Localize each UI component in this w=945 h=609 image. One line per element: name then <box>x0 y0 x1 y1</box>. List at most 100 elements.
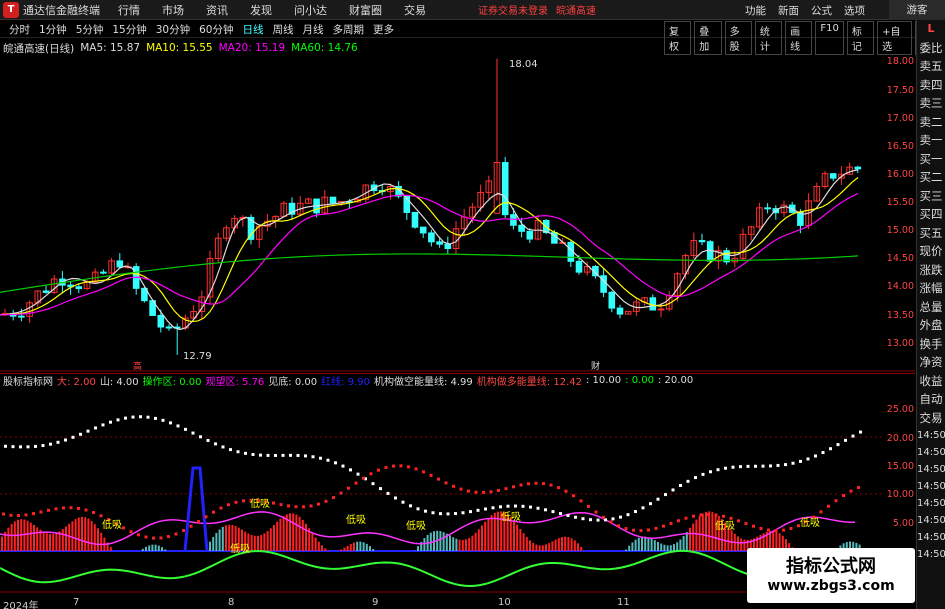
white-dot <box>581 517 585 521</box>
quote-panel-item[interactable]: 14:50 <box>917 461 945 478</box>
red-dot <box>752 524 755 528</box>
red-dot <box>47 508 50 512</box>
candle-body <box>608 291 616 309</box>
indicator-name[interactable]: 股标指标网 <box>3 373 53 388</box>
quote-panel-item[interactable]: 现价 <box>917 242 945 261</box>
white-dot <box>41 444 45 448</box>
x-label: 2024年 <box>3 601 39 609</box>
red-dot <box>332 496 335 500</box>
red-dot <box>737 519 740 523</box>
white-dot <box>709 470 712 474</box>
low-buy-tag: 低吸 <box>800 518 820 529</box>
candle-body <box>526 230 534 240</box>
quote-panel-item[interactable]: 卖五 <box>917 57 945 76</box>
white-dot <box>776 463 780 467</box>
quote-panel-item[interactable]: 买一 <box>917 150 945 169</box>
quote-panel-item[interactable]: 卖四 <box>917 76 945 95</box>
red-dot <box>684 516 688 520</box>
x-label: 7 <box>73 597 80 608</box>
quote-panel-item[interactable]: 外盘 <box>917 316 945 335</box>
red-dot <box>527 482 530 486</box>
white-dot <box>304 454 307 458</box>
white-dot <box>716 468 720 472</box>
quote-panel-item[interactable]: 14:50 <box>917 546 945 563</box>
white-dot <box>259 453 262 457</box>
white-dot <box>851 434 855 438</box>
red-dot <box>497 488 500 492</box>
white-dot <box>694 476 697 480</box>
quote-panel-item[interactable]: 卖二 <box>917 113 945 132</box>
red-dot <box>789 527 793 531</box>
red-dot <box>767 528 770 532</box>
finance-marker[interactable]: 财 <box>591 359 600 372</box>
x-label: 11 <box>617 597 630 608</box>
x-label: 10 <box>498 597 511 608</box>
white-dot <box>574 515 577 519</box>
quote-panel-item[interactable]: 14:50 <box>917 427 945 444</box>
white-dot <box>536 506 540 510</box>
indicator-bar: 股标指标网 大: 2.00 山: 4.00 操作区: 0.00 观望区: 5.7… <box>0 373 915 388</box>
quote-panel-item[interactable]: 换手 <box>917 335 945 354</box>
white-dot <box>424 509 427 513</box>
white-dot <box>844 438 847 442</box>
white-dot <box>191 431 195 435</box>
ind-redline: 红线: 9.90 <box>321 377 370 388</box>
quote-panel-item[interactable]: 涨跌 <box>917 261 945 280</box>
white-dot <box>334 461 337 465</box>
quote-panel-item[interactable]: 卖一 <box>917 131 945 150</box>
red-dot <box>827 504 830 508</box>
white-dot <box>731 465 735 469</box>
quote-panel-item[interactable]: 净资 <box>917 353 945 372</box>
white-dot <box>379 487 382 491</box>
white-dot <box>49 442 52 446</box>
quote-panel-item[interactable]: 买二 <box>917 168 945 187</box>
ind-shan: 山: 4.00 <box>99 377 139 388</box>
ind-label: 5.00 <box>892 518 914 529</box>
white-dot <box>656 497 660 501</box>
quote-panel-item[interactable]: 14:50 <box>917 495 945 512</box>
quote-panel-item[interactable]: 买三 <box>917 187 945 206</box>
quote-panel-item[interactable]: 14:50 <box>917 444 945 461</box>
red-dot <box>84 508 88 512</box>
white-dot <box>476 508 480 512</box>
white-dot <box>79 432 82 436</box>
event-marker[interactable]: 高 <box>133 359 142 372</box>
red-dot <box>437 477 440 481</box>
quote-panel-item[interactable]: 卖三 <box>917 94 945 113</box>
low-buy-tag: 低吸 <box>346 515 366 526</box>
red-dot <box>452 484 455 488</box>
quote-panel-item[interactable]: 14:50 <box>917 512 945 529</box>
red-dot <box>227 503 230 507</box>
red-dot <box>309 504 313 508</box>
white-dot <box>289 453 292 457</box>
low-buy-tag: 低吸 <box>102 520 122 531</box>
white-dot <box>266 453 270 457</box>
quote-panel-item[interactable]: 14:50 <box>917 529 945 546</box>
quote-panel-item[interactable]: 14:50 <box>917 478 945 495</box>
quote-panel-item[interactable]: 收益 <box>917 372 945 391</box>
white-dot <box>671 488 675 492</box>
white-dot <box>116 418 120 422</box>
kline-chart[interactable] <box>0 0 915 609</box>
quote-panel-item[interactable]: 总量 <box>917 298 945 317</box>
quote-panel-item[interactable]: 交易 <box>917 409 945 428</box>
white-dot <box>349 468 352 472</box>
red-dot <box>662 524 665 528</box>
quote-panel-item[interactable]: 自动 <box>917 390 945 409</box>
candle-body <box>329 196 337 204</box>
white-dot <box>634 510 637 514</box>
white-dot <box>356 472 360 476</box>
red-dot <box>54 507 58 511</box>
quote-panel-item[interactable]: L <box>917 20 945 39</box>
quote-panel-item[interactable]: 涨幅 <box>917 279 945 298</box>
white-dot <box>109 420 112 424</box>
white-dot <box>341 464 345 468</box>
quote-panel-item[interactable]: 买四 <box>917 205 945 224</box>
red-dot <box>557 486 560 490</box>
ind-twenty: : 20.00 <box>658 375 694 386</box>
red-dot <box>17 514 20 518</box>
red-dot <box>564 489 568 493</box>
quote-panel-item[interactable]: 委比 <box>917 39 945 58</box>
white-dot <box>761 464 765 468</box>
quote-panel-item[interactable]: 买五 <box>917 224 945 243</box>
